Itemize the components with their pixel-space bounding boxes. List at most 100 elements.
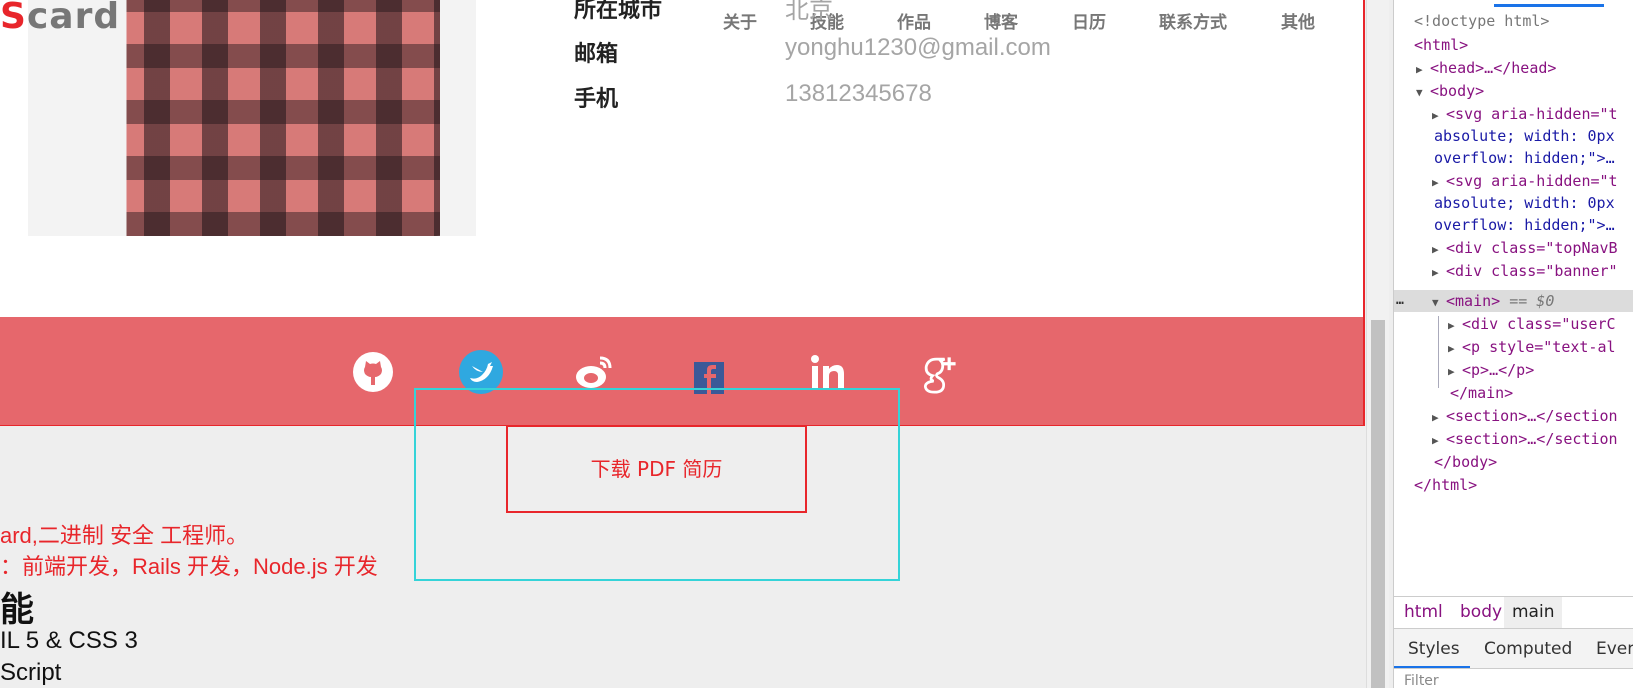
info-label-phone: 手机 [574, 87, 619, 112]
selected-marker: == $0 [1500, 292, 1555, 310]
devtools-panel: <!doctype html> <html> ▶ <head>…</head> ▼… [1393, 0, 1633, 688]
styles-filter-input[interactable]: Filter [1394, 668, 1633, 688]
tab-event-listeners[interactable]: Even [1596, 639, 1633, 659]
expand-triangle-icon[interactable]: ▶ [1416, 59, 1430, 81]
expand-triangle-icon[interactable]: ▶ [1448, 315, 1462, 337]
logo-text: card [26, 0, 121, 37]
svg-style-value: absolute; width: 0px [1434, 127, 1615, 145]
nav-item-works[interactable]: 作品 [897, 8, 931, 33]
dom-node-svg[interactable]: ▶ <svg aria-hidden="t [1432, 170, 1618, 192]
scrollbar-thumb[interactable] [1371, 320, 1385, 688]
nav-item-calendar[interactable]: 日历 [1072, 8, 1106, 33]
nav-item-other[interactable]: 其他 [1281, 8, 1315, 33]
body-open-tag: <body> [1430, 82, 1485, 100]
expand-triangle-icon[interactable]: ▶ [1432, 105, 1446, 127]
dom-node-main-close[interactable]: </main> [1450, 382, 1513, 404]
twitter-icon[interactable] [459, 350, 503, 394]
description-line: ard,二进制 安全 工程师。 [0, 523, 249, 548]
more-options-icon[interactable]: … [1396, 290, 1404, 312]
devtools-active-tab-indicator [1494, 4, 1604, 7]
tab-styles[interactable]: Styles [1408, 639, 1460, 659]
devtools-sidebar-tabs: Styles Computed Even [1394, 628, 1633, 669]
nav-item-blog[interactable]: 博客 [984, 8, 1018, 33]
head-tag: <head>…</head> [1430, 59, 1557, 77]
linkedin-icon[interactable] [806, 350, 850, 394]
skill-item: IL 5 & CSS 3 [0, 627, 138, 654]
dom-node-div-user[interactable]: ▶ <div class="userC [1448, 313, 1616, 335]
dom-breadcrumbs: html body main [1394, 596, 1633, 629]
github-icon[interactable] [351, 350, 395, 394]
dom-node-svg-style: absolute; width: 0px [1434, 192, 1615, 214]
page-scrollbar[interactable] [1366, 0, 1389, 688]
dom-node-p[interactable]: ▶ <p>…</p> [1448, 359, 1534, 381]
info-label-email: 邮箱 [574, 42, 619, 67]
svg-style-value: overflow: hidden;">… [1434, 149, 1615, 167]
dom-node-section[interactable]: ▶ <section>…</section [1432, 428, 1618, 450]
facebook-icon[interactable] [686, 350, 730, 394]
svg-style-value: overflow: hidden;">… [1434, 216, 1615, 234]
google-plus-icon[interactable] [918, 350, 962, 394]
info-label-city: 所在城市 [574, 0, 663, 23]
dom-node-svg-style: overflow: hidden;">… [1434, 214, 1615, 236]
expand-triangle-icon[interactable]: ▶ [1432, 430, 1446, 452]
dom-node-body-close[interactable]: </body> [1434, 451, 1497, 473]
dom-node-svg-style: overflow: hidden;">… [1434, 147, 1615, 169]
doctype-text: <!doctype html> [1414, 12, 1550, 30]
user-card: Scard 关于 技能 作品 博客 日历 联系方式 其他 所在城市 北京 邮箱 … [0, 0, 1365, 317]
tab-computed[interactable]: Computed [1484, 639, 1572, 659]
html-open-tag: <html> [1414, 36, 1469, 54]
skill-item: Script [0, 659, 62, 686]
skills-heading: 能 [0, 590, 34, 630]
dom-node-main[interactable]: ▼ <main> == $0 [1432, 290, 1554, 312]
download-pdf-button[interactable]: 下载 PDF 简历 [506, 425, 807, 513]
html-close-tag: </html> [1414, 476, 1478, 494]
svg-tag: <svg aria-hidden="t [1446, 172, 1618, 190]
dom-node-section[interactable]: ▶ <section>…</section [1432, 405, 1618, 427]
dom-node-doctype[interactable]: <!doctype html> [1414, 10, 1549, 32]
div-tag: <div class="banner" [1446, 262, 1618, 280]
nav-item-contact[interactable]: 联系方式 [1159, 8, 1227, 33]
info-value-phone: 13812345678 [785, 80, 932, 107]
expand-triangle-icon[interactable]: ▶ [1432, 239, 1446, 261]
description-line: ：前端开发，Rails 开发，Node.js 开发 [0, 554, 378, 579]
section-tag: <section>…</section [1446, 407, 1618, 425]
main-close-tag: </main> [1450, 384, 1514, 402]
info-value-email: yonghu1230@gmail.com [785, 34, 1051, 61]
dom-node-svg[interactable]: ▶ <svg aria-hidden="t [1432, 103, 1618, 125]
dom-node-svg-style: absolute; width: 0px [1434, 125, 1615, 147]
page-viewport: Scard 关于 技能 作品 博客 日历 联系方式 其他 所在城市 北京 邮箱 … [0, 0, 1366, 688]
dom-node-html-close[interactable]: </html> [1414, 474, 1477, 496]
dom-node-p-style[interactable]: ▶ <p style="text-al [1448, 336, 1616, 358]
breadcrumb-html[interactable]: html [1404, 602, 1443, 622]
breadcrumb-main[interactable]: main [1512, 602, 1554, 622]
weibo-icon[interactable] [572, 350, 616, 394]
expand-triangle-icon[interactable]: ▶ [1432, 172, 1446, 194]
main-open-tag: <main> [1446, 292, 1501, 310]
dom-node-body[interactable]: ▼ <body> [1416, 80, 1484, 102]
social-bar [0, 317, 1365, 426]
nav-item-about[interactable]: 关于 [723, 8, 757, 33]
expand-triangle-icon[interactable]: ▶ [1432, 262, 1446, 284]
body-close-tag: </body> [1434, 453, 1498, 471]
dom-node-html[interactable]: <html> [1414, 34, 1468, 56]
expand-triangle-icon[interactable]: ▶ [1432, 407, 1446, 429]
info-value-city: 北京 [785, 0, 833, 24]
expand-triangle-icon[interactable]: ▶ [1448, 338, 1462, 360]
collapse-triangle-icon[interactable]: ▼ [1432, 292, 1446, 314]
dom-node-div-topnav[interactable]: ▶ <div class="topNavB [1432, 237, 1618, 259]
p-tag: <p>…</p> [1462, 361, 1535, 379]
div-tag: <div class="topNavB [1446, 239, 1618, 257]
svg-tag: <svg aria-hidden="t [1446, 105, 1618, 123]
p-tag: <p style="text-al [1462, 338, 1616, 356]
site-logo[interactable]: Scard [0, 0, 120, 37]
expand-triangle-icon[interactable]: ▶ [1448, 361, 1462, 383]
dom-node-head[interactable]: ▶ <head>…</head> [1416, 57, 1556, 79]
logo-accent: S [0, 0, 27, 37]
section-tag: <section>…</section [1446, 430, 1618, 448]
breadcrumb-body[interactable]: body [1460, 602, 1502, 622]
svg-style-value: absolute; width: 0px [1434, 194, 1615, 212]
collapse-triangle-icon[interactable]: ▼ [1416, 82, 1430, 104]
dom-node-div-banner[interactable]: ▶ <div class="banner" [1432, 260, 1618, 282]
div-tag: <div class="userC [1462, 315, 1616, 333]
tree-guide-line [1438, 316, 1439, 388]
